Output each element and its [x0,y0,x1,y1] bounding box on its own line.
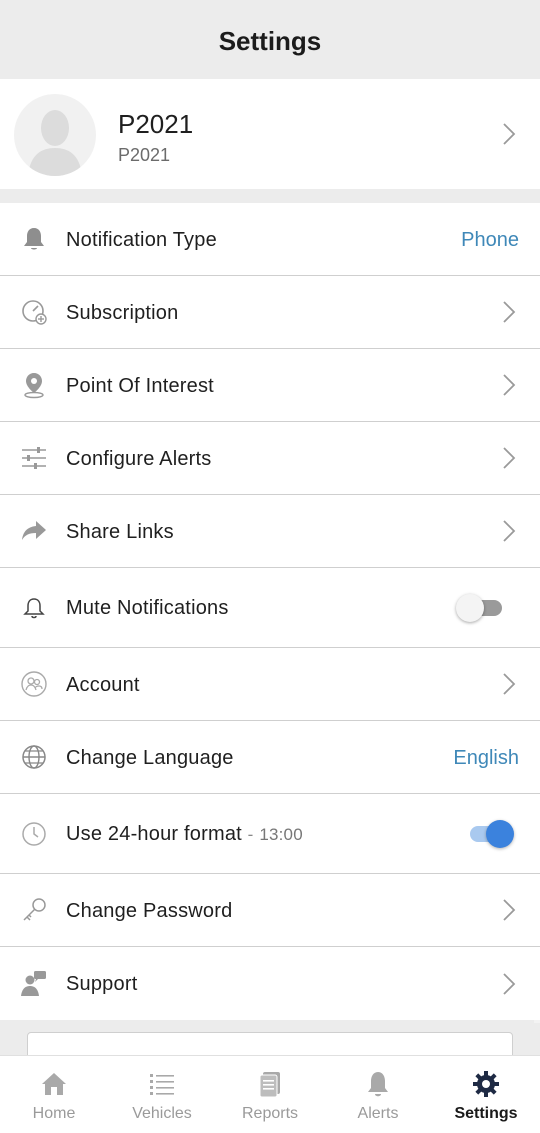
key-icon [23,898,46,921]
reports-icon [259,1072,280,1098]
tab-home-label: Home [32,1105,76,1122]
clock-icon [22,822,46,846]
gear-icon [473,1071,499,1097]
change-password-label: Change Password [66,900,233,922]
bell-filled-icon [24,228,44,250]
use-24-hour-format-row: Use 24-hour format - 13:00 [0,794,540,874]
notification-type-value[interactable]: Phone [461,229,519,252]
list-icon [150,1074,174,1095]
support-agent-icon [21,971,46,996]
support-label: Support [66,973,138,995]
toggle-knob [486,820,514,848]
tab-vehicles[interactable]: Vehicles [108,1056,216,1133]
profile-subtitle: P2021 [118,145,171,165]
bell-icon [368,1072,388,1097]
sliders-icon [22,447,46,469]
notification-type-label: Notification Type [66,229,217,251]
avatar [14,94,96,176]
profile-name: P2021 [118,109,194,139]
support-row[interactable]: Support [0,947,540,1020]
configure-alerts-row[interactable]: Configure Alerts [0,422,540,495]
bell-outline-icon [23,598,45,619]
header: Settings [0,0,540,79]
chevron-right-icon [503,374,516,396]
tab-vehicles-label: Vehicles [132,1105,192,1122]
map-pin-icon [24,373,44,399]
mute-notifications-row: Mute Notifications [0,568,540,648]
tab-settings-label: Settings [454,1105,518,1122]
subscription-icon [22,300,47,325]
use-24-hour-format-toggle[interactable] [464,820,514,848]
tab-bar: Home Vehicles Reports Alerts Settings [0,1055,540,1133]
share-links-row[interactable]: Share Links [0,495,540,568]
subscription-row[interactable]: Subscription [0,276,540,349]
page-title: Settings [218,26,322,56]
home-icon [42,1073,66,1095]
format-separator: - [247,825,254,844]
tab-reports-label: Reports [241,1105,299,1122]
change-language-row[interactable]: Change Language English [0,721,540,794]
configure-alerts-label: Configure Alerts [66,448,212,470]
chevron-right-icon [503,673,516,695]
tab-alerts[interactable]: Alerts [324,1056,432,1133]
use-24-hour-format-label: Use 24-hour format - 13:00 [66,823,303,846]
tab-alerts-label: Alerts [357,1105,399,1122]
share-links-label: Share Links [66,521,174,543]
account-icon [21,671,47,697]
time-preview: 13:00 [259,825,303,844]
tab-settings[interactable]: Settings [432,1056,540,1133]
change-password-row[interactable]: Change Password [0,874,540,947]
mute-notifications-toggle[interactable] [456,594,506,622]
tab-reports[interactable]: Reports [216,1056,324,1133]
chevron-right-icon [503,972,516,995]
globe-icon [22,745,46,769]
tab-home[interactable]: Home [0,1056,108,1133]
chevron-right-icon [503,899,516,921]
account-label: Account [66,674,140,696]
chevron-right-icon [503,301,516,323]
notification-type-row[interactable]: Notification Type Phone [0,203,540,276]
share-arrow-icon [22,521,46,540]
subscription-label: Subscription [66,302,179,324]
point-of-interest-row[interactable]: Point Of Interest [0,349,540,422]
chevron-right-icon [503,123,516,145]
account-row[interactable]: Account [0,648,540,721]
chevron-right-icon [503,447,516,469]
chevron-right-icon [503,520,516,542]
profile-card[interactable]: P2021 P2021 [0,79,540,189]
change-language-label: Change Language [66,747,234,769]
point-of-interest-label: Point Of Interest [66,375,214,397]
toggle-knob [456,594,484,622]
format-label-text: Use 24-hour format [66,823,242,845]
change-language-value[interactable]: English [453,747,519,770]
mute-notifications-label: Mute Notifications [66,597,229,619]
